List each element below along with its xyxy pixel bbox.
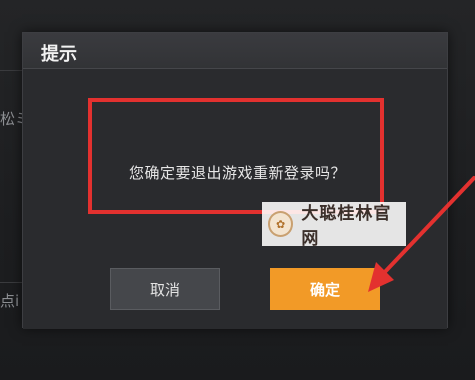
annotation-arrow-icon (368, 176, 475, 292)
